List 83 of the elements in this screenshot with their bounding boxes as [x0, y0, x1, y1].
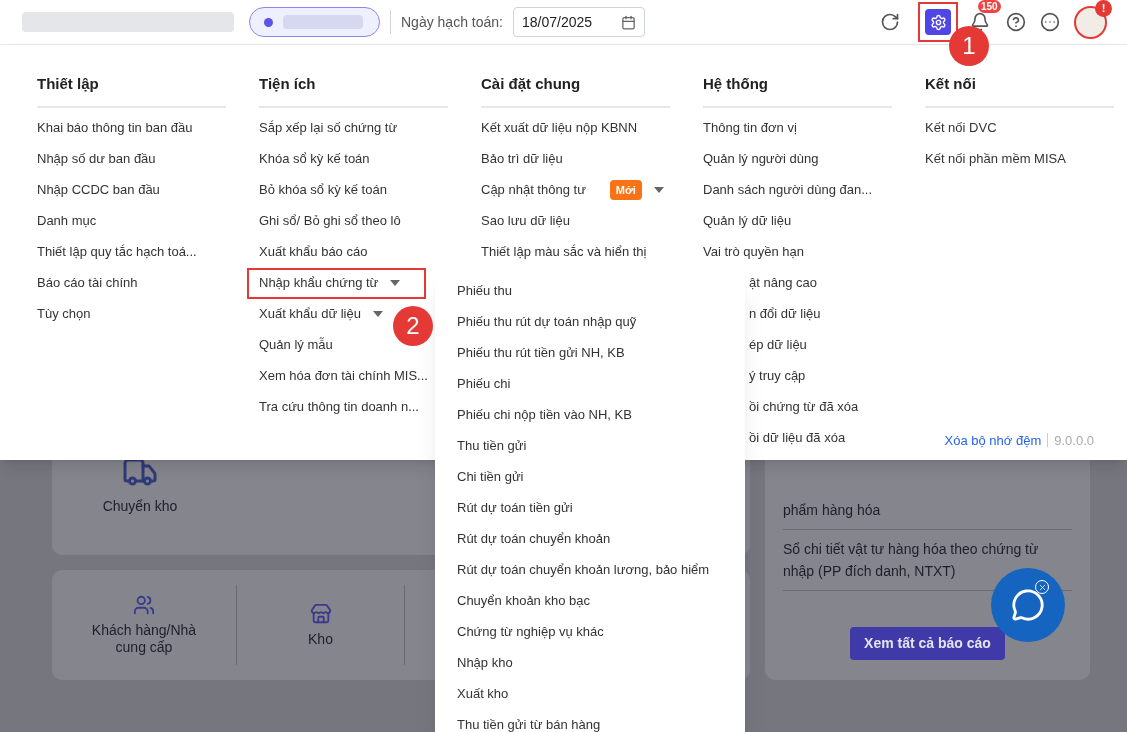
new-badge: Mới — [609, 179, 642, 201]
column-heading: Tiện ích — [259, 73, 448, 108]
submenu-item[interactable]: Rút dự toán tiền gửi — [435, 492, 745, 523]
people-icon — [133, 594, 155, 616]
refresh-icon[interactable] — [880, 12, 900, 32]
menu-item[interactable]: Thiết lập quy tắc hạch toá... — [25, 236, 201, 268]
column-heading: Kết nối — [925, 73, 1114, 108]
menu-item[interactable]: Khai báo thông tin ban đầu — [25, 112, 197, 144]
menu-item[interactable]: Quản lý dữ liệu — [691, 205, 796, 237]
help-icon[interactable] — [1006, 12, 1026, 32]
submenu-item[interactable]: Rút dự toán chuyển khoản lương, bảo hiểm — [435, 554, 745, 585]
submenu-item[interactable]: Thu tiền gửi — [435, 430, 745, 461]
notification-count: 150 — [978, 0, 1001, 13]
category-item[interactable]: Khách hàng/Nhà cung cấp — [52, 585, 237, 665]
menu-item[interactable]: Ghi sổ/ Bỏ ghi sổ theo lô — [247, 205, 405, 237]
submenu-item[interactable]: Chứng từ nghiệp vụ khác — [435, 616, 745, 647]
menu-item[interactable]: Kết xuất dữ liệu nộp KBNN — [469, 112, 642, 144]
menu-item[interactable]: Kết nối phần mềm MISA — [913, 143, 1070, 175]
submenu-item[interactable]: Chi tiền gửi — [435, 461, 745, 492]
menu-item[interactable]: Vai trò quyền hạn — [691, 236, 808, 268]
menu-item[interactable]: ồi dữ liệu đã xóa — [745, 422, 850, 454]
menu-item[interactable]: Xuất khẩu dữ liệu — [247, 298, 387, 330]
date-field[interactable]: 18/07/2025 — [512, 7, 645, 37]
menu-item[interactable]: Báo cáo tài chính — [25, 267, 142, 299]
submenu-item[interactable]: Phiếu thu rút tiền gửi NH, KB — [435, 337, 745, 368]
workspace-pill[interactable] — [249, 7, 380, 37]
submenu-item[interactable]: Phiếu chi — [435, 368, 745, 399]
view-all-reports-button[interactable]: Xem tất cả báo cáo — [850, 627, 1005, 660]
menu-item[interactable]: Bỏ khóa sổ kỳ kế toán — [247, 174, 391, 206]
submenu-item[interactable]: Nhập kho — [435, 647, 745, 678]
date-label: Ngày hạch toán: — [401, 12, 503, 32]
caret-icon — [653, 187, 664, 193]
menu-item[interactable]: ồi chứng từ đã xóa — [745, 391, 863, 423]
more-icon[interactable] — [1040, 12, 1060, 32]
menu-item[interactable]: Nhập khẩu chứng từ — [247, 267, 427, 299]
menu-item-label: Nhập khẩu chứng từ — [259, 274, 379, 293]
calendar-icon — [620, 14, 636, 30]
category-item[interactable]: Kho — [237, 585, 405, 665]
menu-item-label: Cập nhật thông tư — [481, 181, 586, 200]
menu-item[interactable]: Tùy chọn — [25, 298, 95, 330]
menu-item[interactable]: Bảo trì dữ liệu — [469, 143, 567, 175]
version-text: 9.0.0.0 — [1054, 431, 1094, 450]
submenu-item[interactable]: Rút dự toán chuyển khoản — [435, 523, 745, 554]
menu-item[interactable]: Nhập CCDC ban đầu — [25, 174, 164, 206]
clear-cache-link[interactable]: Xóa bộ nhớ đệm — [944, 430, 1042, 450]
menu-item-label: Xuất khẩu dữ liệu — [259, 305, 361, 324]
menu-item[interactable]: Thiết lập màu sắc và hiển thị — [469, 236, 651, 268]
submenu-item[interactable]: Xuất kho — [435, 678, 745, 709]
shortcut-item[interactable]: Chuyển kho — [52, 454, 228, 517]
menu-item[interactable]: ật nâng cao — [745, 267, 821, 299]
menu-item[interactable]: Quản lý mẫu — [247, 329, 337, 361]
chat-icon — [1011, 588, 1045, 622]
menu-item[interactable]: Khóa sổ kỳ kế toán — [247, 143, 374, 175]
menu-item[interactable]: ép dữ liệu — [745, 329, 811, 361]
menu-item[interactable]: Cập nhật thông tư Mới — [469, 174, 668, 206]
menu-item[interactable]: Xem hóa đơn tài chính MIS... — [247, 360, 432, 392]
submenu-item[interactable]: Thu tiền gửi từ bán hàng — [435, 709, 745, 732]
menu-item[interactable]: Nhập số dư ban đầu — [25, 143, 160, 175]
column-heading: Thiết lập — [37, 73, 226, 108]
menu-item[interactable]: Sắp xếp lại số chứng từ — [247, 112, 402, 144]
alert-badge: ! — [1095, 0, 1112, 17]
submenu-item[interactable]: Phiếu thu — [435, 275, 745, 306]
caret-icon — [372, 311, 383, 317]
menu-item[interactable]: Tra cứu thông tin doanh n... — [247, 391, 423, 423]
menu-item[interactable]: n đổi dữ liệu — [745, 298, 825, 330]
caret-icon — [390, 280, 401, 286]
menu-item[interactable]: Xuất khẩu báo cáo — [247, 236, 372, 268]
menu-item[interactable]: Danh sách người dùng đan... — [691, 174, 876, 206]
submenu-item[interactable]: Chuyển khoản kho bạc — [435, 585, 745, 616]
settings-button[interactable] — [925, 9, 951, 35]
menu-item[interactable]: Quản lý người dùng — [691, 143, 823, 175]
menu-item[interactable]: Kết nối DVC — [913, 112, 1001, 144]
menu-item[interactable]: ý truy cập — [745, 360, 810, 392]
submenu-item[interactable]: Phiếu chi nộp tiền vào NH, KB — [435, 399, 745, 430]
menu-item[interactable]: Danh mục — [25, 205, 101, 237]
column-heading: Cài đặt chung — [481, 73, 670, 108]
menu-item[interactable]: Sao lưu dữ liệu — [469, 205, 574, 237]
store-icon — [309, 602, 332, 625]
report-link[interactable]: phẩm hàng hóa — [783, 491, 1072, 530]
avatar[interactable] — [1074, 5, 1107, 39]
menu-item[interactable]: Thông tin đơn vị — [691, 112, 801, 144]
submenu-item[interactable]: Phiếu thu rút dự toán nhập quỹ — [435, 306, 745, 337]
column-heading: Hệ thống — [703, 73, 892, 108]
